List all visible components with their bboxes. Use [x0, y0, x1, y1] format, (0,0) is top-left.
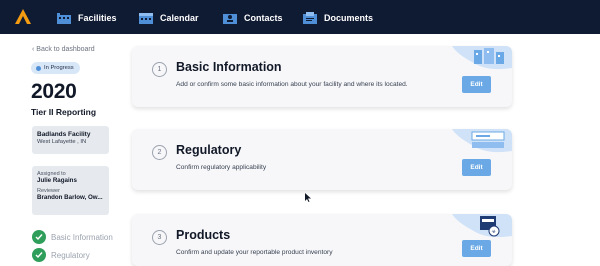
status-label: In Progress	[44, 65, 74, 71]
contacts-icon	[222, 12, 238, 24]
mouse-pointer-icon	[305, 189, 312, 202]
top-navigation-bar: Facilities Calendar Contacts Documents	[0, 0, 600, 34]
step-number: 1	[152, 62, 167, 77]
section-description: Confirm and update your reportable produ…	[176, 249, 333, 256]
nav-contacts-label: Contacts	[244, 13, 283, 23]
building-illustration-icon	[432, 46, 512, 72]
report-year: 2020	[31, 80, 77, 103]
facility-name: Badlands Facility	[37, 131, 91, 138]
nav-facilities-label: Facilities	[78, 13, 117, 23]
back-to-dashboard-link[interactable]: ‹ Back to dashboard	[32, 46, 95, 53]
sidebar-step-label: Regulatory	[51, 250, 90, 260]
nav-documents[interactable]: Documents	[302, 11, 373, 25]
step-number: 3	[152, 230, 167, 245]
report-page: ‹ Back to dashboard In Progress 2020 Tie…	[0, 34, 600, 266]
section-card-basic-information: 1 Basic Information Add or confirm some …	[132, 46, 512, 107]
section-description: Add or confirm some basic information ab…	[176, 81, 408, 88]
document-illustration-icon	[432, 129, 512, 155]
svg-text:☣: ☣	[492, 229, 497, 235]
status-badge: In Progress	[31, 62, 80, 74]
report-type: Tier II Reporting	[31, 107, 97, 117]
documents-icon	[302, 12, 318, 24]
section-card-regulatory: 2 Regulatory Confirm regulatory applicab…	[132, 129, 512, 190]
building-icon	[56, 12, 72, 24]
section-title: Products	[176, 228, 231, 242]
sidebar-step-basic-information[interactable]: Basic Information	[32, 230, 113, 244]
sidebar-step-regulatory[interactable]: Regulatory	[32, 248, 90, 262]
app-logo[interactable]	[14, 8, 32, 26]
nav-calendar-label: Calendar	[160, 13, 199, 23]
nav-facilities[interactable]: Facilities	[56, 11, 117, 25]
facility-location: West Lafayette , IN	[37, 139, 87, 145]
assigned-to-value: Julie Ragains	[37, 177, 77, 184]
assignment-card: Assigned to Julie Ragains Reviewer Brand…	[32, 166, 109, 215]
check-icon	[32, 230, 46, 244]
section-title: Basic Information	[176, 60, 282, 74]
status-dot-icon	[36, 65, 41, 71]
nav-calendar[interactable]: Calendar	[138, 11, 199, 25]
facility-card: Badlands Facility West Lafayette , IN	[32, 126, 109, 154]
check-icon	[32, 248, 46, 262]
reviewer-value: Brandon Barlow, Ow...	[37, 194, 103, 201]
section-title: Regulatory	[176, 143, 242, 157]
container-illustration-icon: ☣	[432, 214, 512, 240]
edit-basic-information-button[interactable]: Edit	[462, 76, 491, 93]
section-description: Confirm regulatory applicability	[176, 164, 267, 171]
nav-documents-label: Documents	[324, 13, 374, 23]
calendar-icon	[138, 12, 154, 24]
sidebar-step-label: Basic Information	[51, 232, 113, 242]
step-number: 2	[152, 145, 167, 160]
section-card-products: ☣ 3 Products Confirm and update your rep…	[132, 214, 512, 266]
nav-contacts[interactable]: Contacts	[222, 11, 283, 25]
edit-regulatory-button[interactable]: Edit	[462, 159, 491, 176]
edit-products-button[interactable]: Edit	[462, 240, 491, 257]
